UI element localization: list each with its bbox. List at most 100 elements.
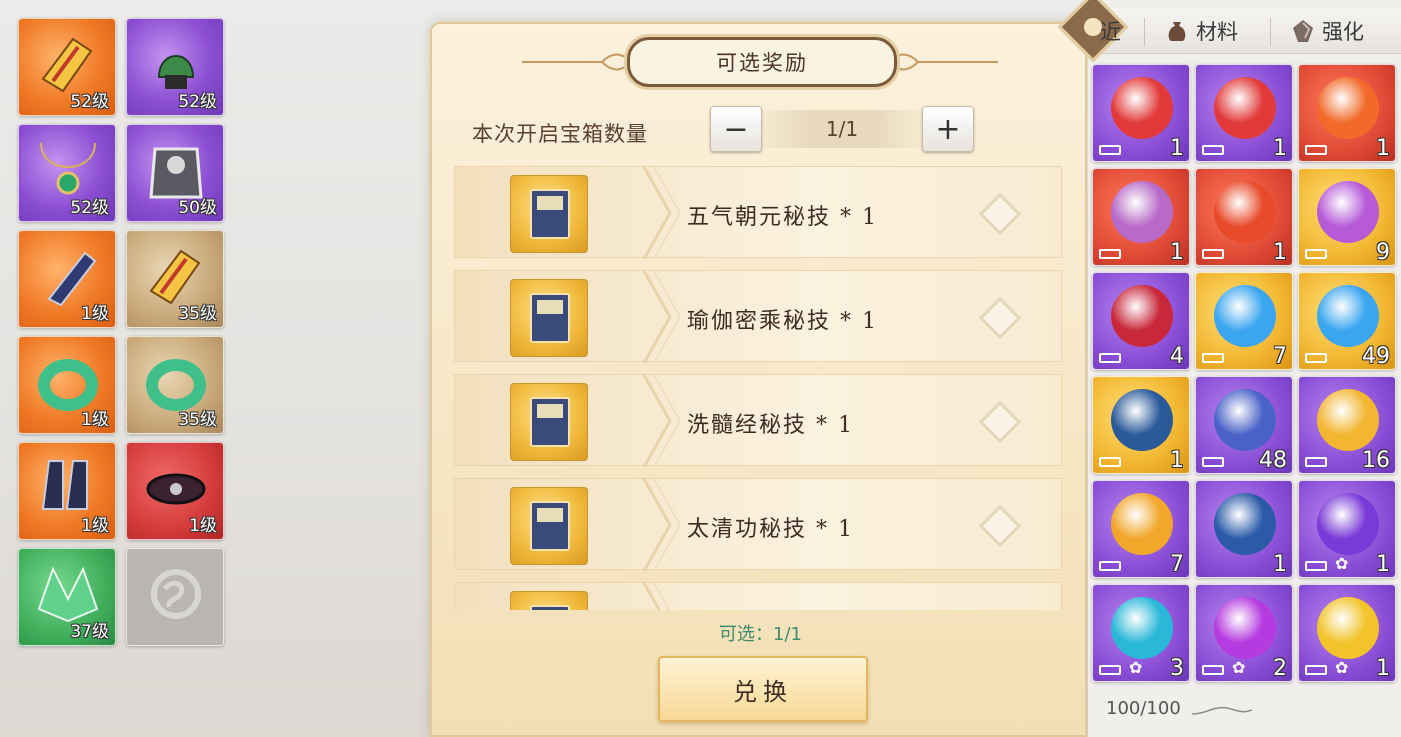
inventory-item[interactable]: 1 — [1195, 480, 1293, 578]
book-icon — [510, 591, 588, 610]
red-scroll-icon — [1111, 77, 1173, 139]
select-diamond-icon[interactable] — [978, 400, 1022, 444]
reward-name: 洗髓经秘技 * 1 — [687, 413, 854, 438]
item-count: 48 — [1259, 448, 1287, 473]
equipment-level: 1级 — [81, 304, 109, 324]
item-count: 1 — [1170, 448, 1184, 473]
equipment-slot[interactable]: 35级 — [126, 230, 224, 328]
blue-spirit-stone-icon — [1214, 285, 1276, 347]
golden-ring-orb-icon — [1317, 597, 1379, 659]
reward-option[interactable]: 瑜伽密乘秘技 * 1 — [454, 270, 1062, 363]
equipment-slot[interactable]: 52级 — [126, 18, 224, 116]
purple-crystal-chest-icon — [1317, 181, 1379, 243]
books-icon — [510, 487, 588, 565]
item-count: 1 — [1170, 240, 1184, 265]
item-count: 1 — [1273, 552, 1287, 577]
inventory-item[interactable]: 16 — [1298, 376, 1396, 474]
reward-option[interactable]: 太清功秘技 * 1 — [454, 478, 1062, 571]
reward-option[interactable]: 五气朝元秘技 * 1 — [454, 166, 1062, 259]
purple-slash-orb-icon — [1317, 493, 1379, 555]
title-ornament-left-icon — [522, 53, 632, 71]
tab-recent-label: 近 — [1100, 20, 1121, 44]
chevron-right-icon — [642, 479, 680, 571]
lotus-orb-icon — [1111, 181, 1173, 243]
select-diamond-icon[interactable] — [978, 504, 1022, 548]
inventory-footer: 100/100 — [1088, 690, 1401, 737]
reward-name: 瑜伽密乘秘技 * 1 — [687, 309, 878, 334]
inventory-item[interactable]: 48 — [1195, 376, 1293, 474]
equipment-slot[interactable]: 1级 — [18, 230, 116, 328]
chevron-right-icon — [642, 167, 680, 259]
inventory-item[interactable]: 4 — [1092, 272, 1190, 370]
inventory-item[interactable]: 7 — [1195, 272, 1293, 370]
equipment-level: 35级 — [178, 304, 217, 324]
inventory-item[interactable]: 1 — [1195, 168, 1293, 266]
inventory-panel: 近 材料 强化 1 1 1 1 1 9 4 7 49 1 48 16 7 1 ✿ 1 ✿ 3 ✿ 2 ✿ 1 100/10… — [1057, 0, 1401, 737]
inventory-capacity: 100/100 — [1106, 698, 1181, 719]
purple-vortex-orb-icon — [1214, 597, 1276, 659]
bound-lock-icon — [1202, 665, 1224, 675]
equipment-slot[interactable]: 35级 — [126, 336, 224, 434]
inventory-tabs: 近 材料 强化 — [1057, 0, 1401, 63]
tab-recent[interactable]: 近 — [1100, 16, 1121, 46]
equipment-slot[interactable]: 1级 — [18, 442, 116, 540]
item-count: 1 — [1273, 240, 1287, 265]
bound-lock-icon — [1099, 665, 1121, 675]
bound-lock-icon — [1099, 353, 1121, 363]
select-diamond-icon[interactable] — [978, 192, 1022, 236]
inventory-item[interactable]: ✿ 2 — [1195, 584, 1293, 682]
decrease-button[interactable]: − — [710, 106, 762, 152]
equipment-level: 37级 — [70, 622, 109, 642]
item-count: 1 — [1170, 136, 1184, 161]
chest-count-label: 本次开启宝箱数量 — [472, 122, 648, 146]
inventory-item[interactable]: 9 — [1298, 168, 1396, 266]
inventory-item[interactable]: 7 — [1092, 480, 1190, 578]
chevron-right-icon — [642, 375, 680, 467]
beast-mask-icon — [1214, 493, 1276, 555]
equipment-level: 52级 — [70, 198, 109, 218]
equipment-slot[interactable]: 1级 — [18, 336, 116, 434]
item-count: 4 — [1170, 344, 1184, 369]
inventory-item[interactable]: 1 — [1195, 64, 1293, 162]
inventory-item[interactable]: 1 — [1092, 168, 1190, 266]
tab-enhance[interactable]: 强化 — [1290, 16, 1364, 46]
equipment-slot[interactable]: 37级 — [18, 548, 116, 646]
select-diamond-icon[interactable] — [978, 296, 1022, 340]
item-count: 7 — [1273, 344, 1287, 369]
bound-lock-icon — [1202, 249, 1224, 259]
inventory-item[interactable]: ✿ 1 — [1298, 584, 1396, 682]
pet-paw-icon: ✿ — [1335, 658, 1349, 677]
equipment-level: 1级 — [189, 516, 217, 536]
inventory-item[interactable]: ✿ 3 — [1092, 584, 1190, 682]
equipment-slot[interactable] — [126, 548, 224, 646]
pet-paw-icon: ✿ — [1335, 554, 1349, 573]
equipment-slot[interactable]: 1级 — [126, 442, 224, 540]
bound-lock-icon — [1202, 457, 1224, 467]
knot-charm-icon — [1111, 285, 1173, 347]
equipment-slot[interactable]: 52级 — [18, 124, 116, 222]
select-diamond-icon[interactable] — [978, 608, 1022, 610]
inventory-item[interactable]: 1 — [1092, 376, 1190, 474]
inventory-item[interactable]: ✿ 1 — [1298, 480, 1396, 578]
bound-lock-icon — [1099, 561, 1121, 571]
inventory-item[interactable]: 49 — [1298, 272, 1396, 370]
bound-lock-icon — [1099, 145, 1121, 155]
reward-option[interactable]: 洗髓经秘技 * 1 — [454, 374, 1062, 467]
inventory-item[interactable]: 1 — [1298, 64, 1396, 162]
equipment-slot[interactable]: 52级 — [18, 18, 116, 116]
blue-spirit-stone-icon — [1317, 285, 1379, 347]
equipment-level: 35级 — [178, 410, 217, 430]
bottle-scroll-icon — [510, 383, 588, 461]
panel-title: 可选奖励 — [627, 37, 897, 87]
bound-lock-icon — [1305, 249, 1327, 259]
reward-list[interactable]: 五气朝元秘技 * 1 瑜伽密乘秘技 * 1 洗髓经秘技 * 1 太清功秘技 * 1 — [454, 166, 1062, 610]
tab-materials[interactable]: 材料 — [1164, 16, 1238, 46]
equipment-slot[interactable]: 50级 — [126, 124, 224, 222]
inventory-item[interactable]: 1 — [1092, 64, 1190, 162]
exchange-button[interactable]: 兑换 — [658, 656, 868, 722]
pet-paw-icon: ✿ — [1129, 658, 1143, 677]
selected-count: 可选：1/1 — [719, 624, 802, 645]
item-count: 1 — [1376, 656, 1390, 681]
increase-button[interactable]: + — [922, 106, 974, 152]
reward-option[interactable] — [454, 582, 1062, 610]
